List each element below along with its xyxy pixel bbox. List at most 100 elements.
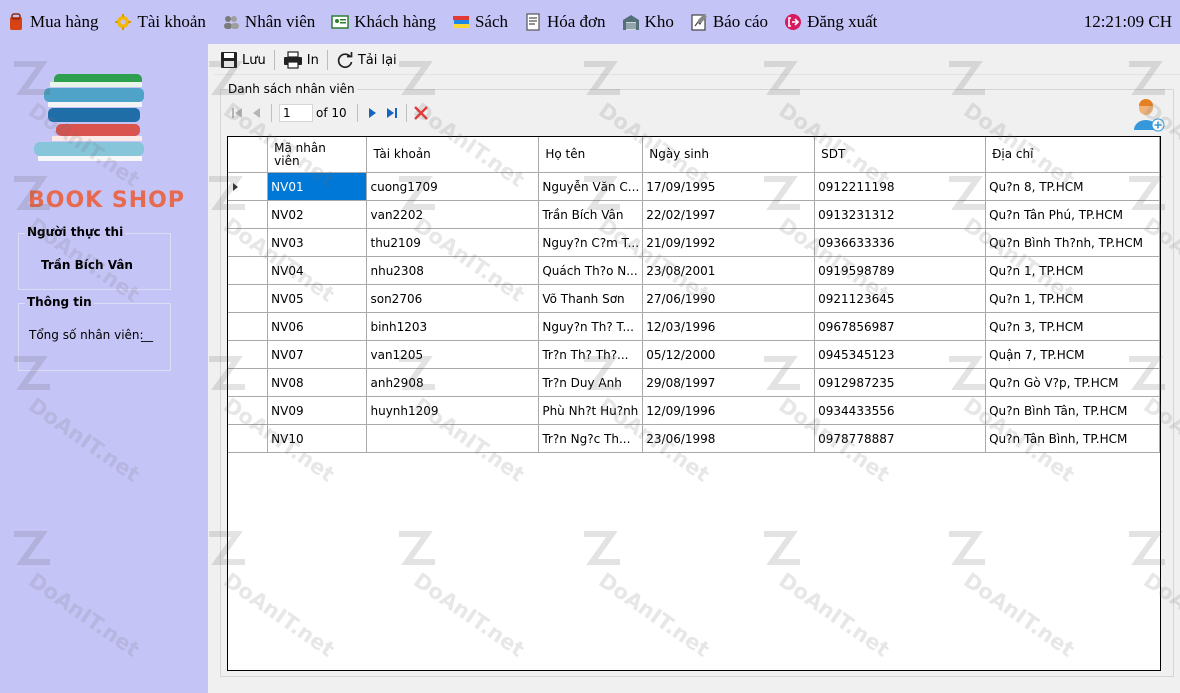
cell-tai-khoan[interactable]: huynh1209 [366, 396, 540, 425]
cell-ho-ten[interactable]: Nguyễn Văn C... [538, 172, 644, 201]
row-header[interactable] [228, 228, 269, 257]
menu-item-nhan-vien[interactable]: Nhân viên [215, 0, 324, 44]
delete-button[interactable] [411, 103, 431, 123]
cell-tai-khoan[interactable]: van1205 [366, 340, 540, 369]
cell-ma-nhan-vien[interactable]: NV10 [267, 424, 368, 453]
cell-dia-chi[interactable]: Qu?n Gò V?p, TP.HCM [985, 368, 1160, 397]
cell-sdt[interactable]: 0912211198 [814, 172, 987, 201]
menu-item-dang-xuat[interactable]: Đăng xuất [777, 0, 886, 44]
cell-sdt[interactable]: 0912987235 [814, 368, 987, 397]
cell-ngay-sinh[interactable]: 27/06/1990 [642, 284, 816, 313]
menu-item-sach[interactable]: Sách [445, 0, 517, 44]
cell-dia-chi[interactable]: Quận 7, TP.HCM [985, 340, 1160, 369]
cell-sdt[interactable]: 0936633336 [814, 228, 987, 257]
cell-ma-nhan-vien[interactable]: NV04 [267, 256, 368, 285]
row-header[interactable] [228, 424, 269, 453]
column-header-ho-ten[interactable]: Họ tên [538, 137, 644, 173]
cell-ho-ten[interactable]: Võ Thanh Sơn [538, 284, 644, 313]
cell-tai-khoan[interactable]: thu2109 [366, 228, 540, 257]
cell-sdt[interactable]: 0919598789 [814, 256, 987, 285]
cell-dia-chi[interactable]: Qu?n Bình Tân, TP.HCM [985, 396, 1160, 425]
menu-item-khach-hang[interactable]: Khách hàng [324, 0, 445, 44]
cell-ngay-sinh[interactable]: 12/09/1996 [642, 396, 816, 425]
cell-ho-ten[interactable]: Tr?n Duy Anh [538, 368, 644, 397]
table-row[interactable]: NV07 van1205 Tr?n Th? Th?... 05/12/2000 0945… [228, 340, 1160, 369]
cell-ho-ten[interactable]: Tr?n Th? Th?... [538, 340, 644, 369]
row-header[interactable] [228, 340, 269, 369]
cell-tai-khoan[interactable]: van2202 [366, 200, 540, 229]
reload-button[interactable]: Tải lại [330, 47, 403, 73]
cell-dia-chi[interactable]: Qu?n Tân Bình, TP.HCM [985, 424, 1160, 453]
menu-item-kho[interactable]: Kho [615, 0, 683, 44]
cell-tai-khoan[interactable]: son2706 [366, 284, 540, 313]
cell-sdt[interactable]: 0967856987 [814, 312, 987, 341]
cell-ma-nhan-vien[interactable]: NV06 [267, 312, 368, 341]
cell-ma-nhan-vien[interactable]: NV02 [267, 200, 368, 229]
row-header[interactable] [228, 368, 269, 397]
table-row[interactable]: NV06 binh1203 Nguy?n Th? T... 12/03/1996 096… [228, 312, 1160, 341]
column-header-sdt[interactable]: SDT [814, 137, 987, 173]
column-header-dia-chi[interactable]: Địa chỉ [985, 137, 1160, 173]
cell-dia-chi[interactable]: Qu?n Bình Th?nh, TP.HCM [985, 228, 1160, 257]
row-header[interactable] [228, 396, 269, 425]
cell-dia-chi[interactable]: Qu?n 1, TP.HCM [985, 256, 1160, 285]
page-number-input[interactable] [279, 104, 313, 122]
cell-sdt[interactable]: 0913231312 [814, 200, 987, 229]
table-row[interactable]: NV08 anh2908 Tr?n Duy Anh 29/08/1997 0912987… [228, 368, 1160, 397]
cell-ngay-sinh[interactable]: 23/06/1998 [642, 424, 816, 453]
cell-ma-nhan-vien[interactable]: NV07 [267, 340, 368, 369]
table-row[interactable]: NV09 huynh1209 Phù Nh?t Hu?nh 12/09/1996 093… [228, 396, 1160, 425]
cell-ho-ten[interactable]: Tr?n Ng?c Th... [538, 424, 644, 453]
table-row[interactable]: NV05 son2706 Võ Thanh Sơn 27/06/1990 0921123… [228, 284, 1160, 313]
cell-ho-ten[interactable]: Nguy?n C?m T... [538, 228, 644, 257]
cell-dia-chi[interactable]: Qu?n 1, TP.HCM [985, 284, 1160, 313]
cell-ho-ten[interactable]: Nguy?n Th? T... [538, 312, 644, 341]
cell-ma-nhan-vien[interactable]: NV09 [267, 396, 368, 425]
cell-ma-nhan-vien[interactable]: NV08 [267, 368, 368, 397]
row-header[interactable] [228, 256, 269, 285]
menu-item-bao-cao[interactable]: Báo cáo [683, 0, 777, 44]
column-header-tai-khoan[interactable]: Tài khoản [366, 137, 540, 173]
cell-sdt[interactable]: 0978778887 [814, 424, 987, 453]
cell-tai-khoan[interactable]: anh2908 [366, 368, 540, 397]
last-page-button[interactable] [382, 103, 402, 123]
first-page-button[interactable] [227, 103, 247, 123]
employee-data-grid[interactable]: Mã nhân viên Tài khoản Họ tên Ngày sinh … [227, 136, 1161, 671]
cell-sdt[interactable]: 0921123645 [814, 284, 987, 313]
cell-ho-ten[interactable]: Phù Nh?t Hu?nh [538, 396, 644, 425]
menu-item-hoa-don[interactable]: Hóa đơn [517, 0, 615, 44]
cell-ma-nhan-vien[interactable]: NV01 [267, 172, 368, 201]
table-row[interactable]: NV01 cuong1709 Nguyễn Văn C... 17/09/1995 09… [228, 172, 1160, 201]
cell-tai-khoan[interactable]: nhu2308 [366, 256, 540, 285]
save-button[interactable]: Lưu [214, 47, 272, 73]
cell-dia-chi[interactable]: Qu?n 3, TP.HCM [985, 312, 1160, 341]
cell-ngay-sinh[interactable]: 23/08/2001 [642, 256, 816, 285]
cell-sdt[interactable]: 0945345123 [814, 340, 987, 369]
previous-page-button[interactable] [247, 103, 267, 123]
cell-ngay-sinh[interactable]: 22/02/1997 [642, 200, 816, 229]
row-header[interactable] [228, 200, 269, 229]
table-row[interactable]: NV10 Tr?n Ng?c Th... 23/06/1998 0978778887 Q… [228, 424, 1160, 453]
cell-ma-nhan-vien[interactable]: NV05 [267, 284, 368, 313]
cell-sdt[interactable]: 0934433556 [814, 396, 987, 425]
row-header[interactable] [228, 312, 269, 341]
cell-ma-nhan-vien[interactable]: NV03 [267, 228, 368, 257]
cell-ho-ten[interactable]: Trần Bích Vân [538, 200, 644, 229]
column-header-ngay-sinh[interactable]: Ngày sinh [642, 137, 816, 173]
table-row[interactable]: NV03 thu2109 Nguy?n C?m T... 21/09/1992 0936… [228, 228, 1160, 257]
menu-item-mua-hang[interactable]: Mua hàng [0, 0, 107, 44]
row-header[interactable] [228, 284, 269, 313]
print-button[interactable]: In [277, 47, 325, 73]
cell-ngay-sinh[interactable]: 29/08/1997 [642, 368, 816, 397]
menu-item-tai-khoan[interactable]: Tài khoản [107, 0, 214, 44]
cell-ngay-sinh[interactable]: 21/09/1992 [642, 228, 816, 257]
cell-ngay-sinh[interactable]: 17/09/1995 [642, 172, 816, 201]
cell-tai-khoan[interactable] [366, 424, 540, 453]
add-employee-button[interactable] [1131, 98, 1165, 132]
table-row[interactable]: NV02 van2202 Trần Bích Vân 22/02/1997 091323… [228, 200, 1160, 229]
cell-ngay-sinh[interactable]: 05/12/2000 [642, 340, 816, 369]
cell-tai-khoan[interactable]: binh1203 [366, 312, 540, 341]
column-header-ma-nhan-vien[interactable]: Mã nhân viên [267, 137, 368, 173]
table-row[interactable]: NV04 nhu2308 Quách Th?o N... 23/08/2001 0919… [228, 256, 1160, 285]
next-page-button[interactable] [362, 103, 382, 123]
